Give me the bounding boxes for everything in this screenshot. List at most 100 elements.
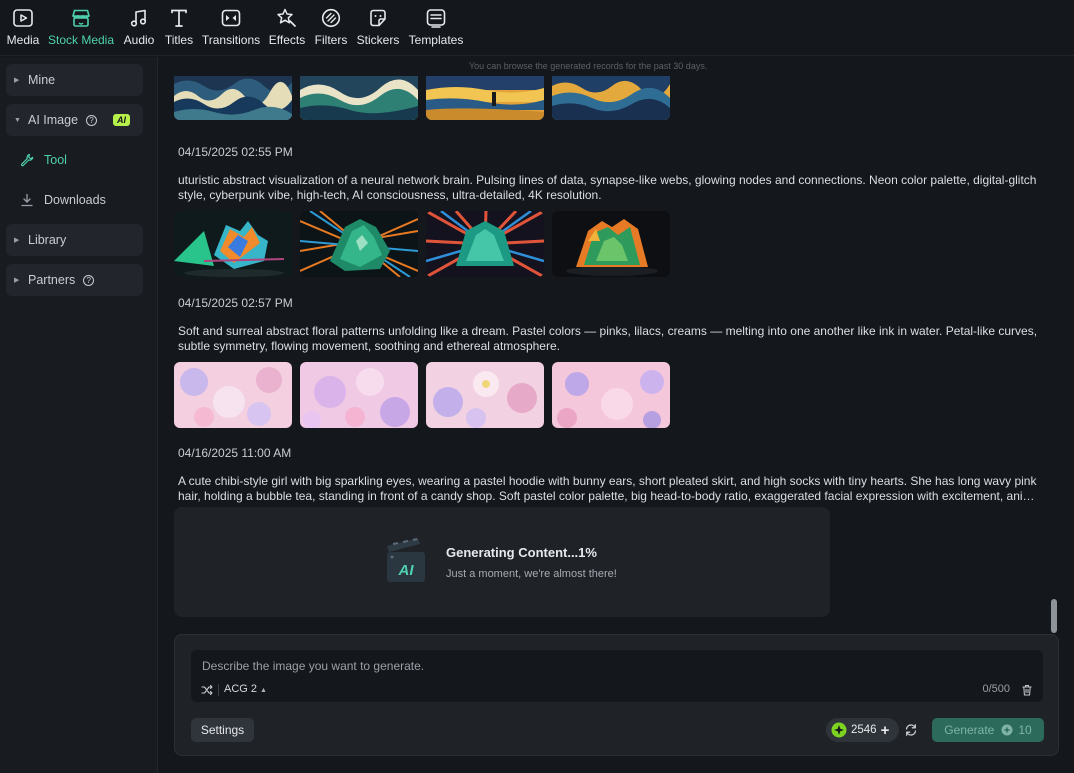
record-prompt: Soft and surreal abstract floral pattern… [178,324,1038,353]
image-thumbnail[interactable] [552,211,670,277]
ai-badge: AI [113,114,131,126]
tab-titles[interactable]: Titles [164,0,194,47]
tab-effects-label: Effects [268,33,306,47]
record-floral: 04/15/2025 02:57 PM Soft and surreal abs… [174,296,1040,428]
image-thumbnail[interactable] [552,76,670,120]
tab-audio[interactable]: Audio [122,0,156,47]
tab-stickers-label: Stickers [356,33,400,47]
add-credits-icon[interactable]: + [881,722,890,739]
sidebar-item-label: AI Image [28,113,79,127]
settings-button[interactable]: Settings [191,718,254,742]
expand-arrow-icon: ▶ [14,237,20,244]
sidebar-item-tool[interactable]: Tool [6,144,143,176]
tab-titles-label: Titles [164,33,194,47]
record-waves [174,76,678,120]
tab-templates-label: Templates [408,33,464,47]
tab-transitions-label: Transitions [201,33,261,47]
generating-subtitle: Just a moment, we're almost there! [446,568,617,580]
divider [218,684,219,696]
model-selector[interactable]: ACG 2 ▲ [224,683,267,695]
image-thumbnail[interactable] [300,76,418,120]
media-icon [13,9,33,27]
help-icon[interactable]: ? [86,114,98,126]
tab-filters-label: Filters [314,33,348,47]
char-count: 0/500 [982,683,1010,695]
record-chibi-girl: 04/16/2025 11:00 AM A cute chibi-style g… [174,446,1040,504]
ai-clapperboard-icon: AI [387,538,425,582]
help-icon[interactable]: ? [83,274,95,286]
trash-icon[interactable] [1021,684,1033,696]
filters-icon [321,8,341,28]
credit-coin-icon [1001,724,1013,736]
sidebar-item-mine[interactable]: ▶ Mine [6,64,143,96]
download-icon [21,193,33,207]
tab-stock-media[interactable]: Stock Media [48,0,114,47]
sidebar-item-label: Mine [28,73,56,87]
tab-audio-label: Audio [123,33,155,47]
model-name: ACG 2 [224,683,258,695]
record-date: 04/15/2025 02:57 PM [178,296,293,310]
sidebar: ▶ Mine ▼ AI Image ? AI Tool Downloads ▶ … [0,57,158,773]
records-panel: You can browse the generated records for… [159,57,1074,773]
expand-arrow-icon: ▶ [14,277,20,284]
record-date: 04/16/2025 11:00 AM [178,446,292,460]
sidebar-item-partners[interactable]: ▶ Partners ? [6,264,143,296]
refresh-icon[interactable] [904,723,918,737]
templates-icon [426,9,446,28]
titles-icon [171,9,187,27]
generating-title: Generating Content...1% [446,545,597,560]
tab-media[interactable]: Media [6,0,40,47]
sidebar-item-ai-image[interactable]: ▼ AI Image ? AI [6,104,143,136]
record-date: 04/15/2025 02:55 PM [178,145,293,159]
image-thumbnail[interactable] [426,76,544,120]
credits-badge: 2546 + [826,718,899,742]
caret-up-icon: ▲ [260,687,267,694]
stock-media-icon [72,9,90,27]
sidebar-item-downloads[interactable]: Downloads [6,184,143,216]
shuffle-icon[interactable] [201,684,213,696]
wrench-icon [21,153,34,167]
effects-icon [277,8,296,27]
tab-filters[interactable]: Filters [314,0,348,47]
sidebar-item-library[interactable]: ▶ Library [6,224,143,256]
image-thumbnail[interactable] [300,362,418,428]
generate-label: Generate [944,723,995,737]
generate-button[interactable]: Generate 10 [932,718,1044,742]
generate-cost: 10 [1018,723,1032,737]
tab-stock-media-label: Stock Media [47,33,115,47]
svg-text:AI: AI [398,562,415,579]
tab-stickers[interactable]: Stickers [356,0,400,47]
expand-arrow-icon: ▶ [14,77,20,84]
record-neural-network: 04/15/2025 02:55 PM uturistic abstract v… [174,145,1040,277]
tab-media-label: Media [6,33,40,47]
record-prompt: uturistic abstract visualization of a ne… [178,173,1037,202]
image-thumbnail[interactable] [300,211,418,277]
prompt-input[interactable] [191,650,1043,680]
image-thumbnail[interactable] [426,211,544,277]
generating-card: AI Generating Content...1% Just a moment… [174,507,830,617]
prompt-panel: ACG 2▲ 0/500 Settings 2546 + Generate [174,634,1059,756]
prompt-box: ACG 2▲ 0/500 [191,650,1043,702]
image-thumbnail[interactable] [174,362,292,428]
top-toolbar: Media Stock Media Audio Titles Transitio… [0,0,1074,56]
tab-transitions[interactable]: Transitions [202,0,260,47]
tab-effects[interactable]: Effects [268,0,306,47]
image-thumbnail[interactable] [174,211,292,277]
image-thumbnail[interactable] [174,76,292,120]
sidebar-item-label: Tool [44,153,67,167]
transitions-icon [221,9,241,27]
collapse-arrow-icon: ▼ [14,116,21,124]
scrollbar-thumb[interactable] [1051,599,1057,633]
credit-coin-icon [831,722,847,738]
credits-count: 2546 [851,724,877,736]
image-thumbnail[interactable] [426,362,544,428]
audio-icon [130,9,147,27]
sidebar-item-label: Library [28,233,67,247]
sidebar-item-label: Partners [28,273,76,287]
history-note: You can browse the generated records for… [469,61,708,71]
record-prompt: A cute chibi-style girl with big sparkli… [178,474,1040,503]
stickers-icon [370,9,386,27]
sidebar-item-label: Downloads [44,193,106,207]
image-thumbnail[interactable] [552,362,670,428]
tab-templates[interactable]: Templates [408,0,464,47]
